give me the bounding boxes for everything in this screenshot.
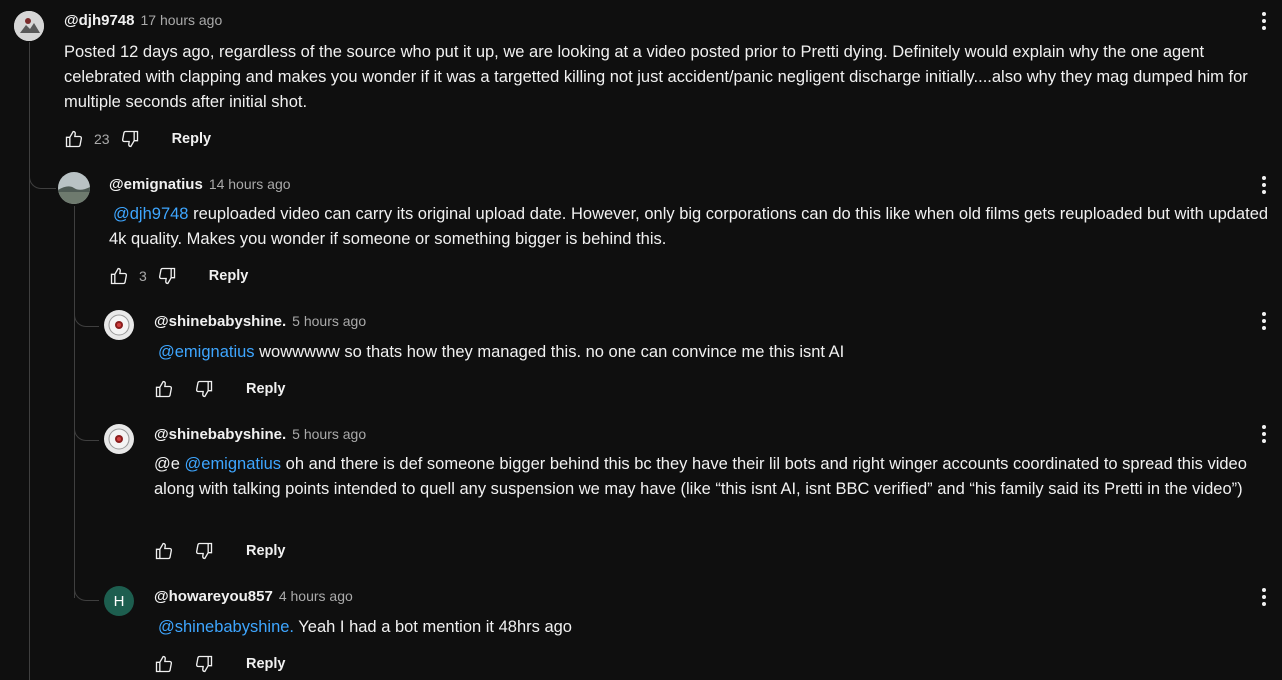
- thread-connector: [74, 572, 99, 601]
- comment-actions: Reply: [152, 649, 286, 679]
- mention-link[interactable]: @djh9748: [113, 205, 188, 223]
- comment-author[interactable]: @djh9748 17 hours ago: [64, 12, 222, 29]
- comment-text: @e @emignatius oh and there is def someo…: [154, 452, 1269, 502]
- comment-text-content: wowwwww so thats how they managed this. …: [254, 343, 845, 361]
- thumbs-up-icon[interactable]: [107, 264, 131, 288]
- thumbs-down-icon[interactable]: [192, 377, 216, 401]
- reply-button[interactable]: Reply: [172, 131, 212, 147]
- author-name[interactable]: @howareyou857: [154, 588, 273, 605]
- comment-actions: 23 Reply: [62, 124, 211, 154]
- comment-text: @emignatius wowwwww so thats how they ma…: [154, 340, 1264, 365]
- comment-text-content: oh and there is def someone bigger behin…: [154, 455, 1247, 498]
- mention-link[interactable]: @shinebabyshine.: [158, 618, 294, 636]
- more-vert-icon[interactable]: [1256, 421, 1272, 447]
- like-count: 23: [94, 131, 110, 147]
- thumbs-down-icon[interactable]: [118, 127, 142, 151]
- thread-connector: [74, 412, 99, 441]
- thread-connector: [74, 298, 99, 327]
- thread-line-sub: [74, 206, 75, 598]
- thumbs-up-icon[interactable]: [152, 377, 176, 401]
- more-vert-icon[interactable]: [1256, 584, 1272, 610]
- avatar[interactable]: [58, 172, 90, 204]
- comment-actions: 3 Reply: [107, 261, 248, 291]
- comment-text: @djh9748 reuploaded video can carry its …: [109, 202, 1274, 252]
- author-name[interactable]: @shinebabyshine.: [154, 313, 286, 330]
- comment-time[interactable]: 17 hours ago: [141, 12, 223, 28]
- avatar-image: [58, 172, 90, 204]
- thumbs-up-icon[interactable]: [152, 652, 176, 676]
- comment-actions: Reply: [152, 374, 286, 404]
- avatar-image: [104, 310, 134, 340]
- thumbs-up-icon[interactable]: [152, 539, 176, 563]
- more-vert-icon[interactable]: [1256, 172, 1272, 198]
- avatar[interactable]: [104, 424, 134, 454]
- avatar-image: [14, 11, 44, 41]
- author-name[interactable]: @shinebabyshine.: [154, 426, 286, 443]
- comment-text-content: Yeah I had a bot mention it 48hrs ago: [294, 618, 572, 636]
- reply-button[interactable]: Reply: [209, 268, 249, 284]
- like-count: 3: [139, 268, 147, 284]
- avatar-image: [104, 424, 134, 454]
- more-vert-icon[interactable]: [1256, 8, 1272, 34]
- comment-text: Posted 12 days ago, regardless of the so…: [64, 43, 1248, 111]
- thread-line-main: [29, 42, 30, 680]
- author-name[interactable]: @djh9748: [64, 12, 135, 29]
- comment-author[interactable]: @shinebabyshine. 5 hours ago: [154, 426, 366, 443]
- thumbs-down-icon[interactable]: [192, 652, 216, 676]
- comment-time[interactable]: 14 hours ago: [209, 176, 291, 192]
- thumbs-down-icon[interactable]: [192, 539, 216, 563]
- comment-author[interactable]: @howareyou857 4 hours ago: [154, 588, 353, 605]
- comment-text: @shinebabyshine. Yeah I had a bot mentio…: [154, 615, 1264, 640]
- comment-time[interactable]: 5 hours ago: [292, 313, 366, 329]
- reply-button[interactable]: Reply: [246, 381, 286, 397]
- reply-button[interactable]: Reply: [246, 656, 286, 672]
- mention-link[interactable]: @emignatius: [185, 455, 282, 473]
- thread-connector: [29, 160, 56, 189]
- comment-time[interactable]: 5 hours ago: [292, 426, 366, 442]
- comment-author[interactable]: @shinebabyshine. 5 hours ago: [154, 313, 366, 330]
- comment-prefix: @e: [154, 455, 185, 473]
- avatar[interactable]: [14, 11, 44, 41]
- thumbs-down-icon[interactable]: [155, 264, 179, 288]
- comment-time[interactable]: 4 hours ago: [279, 588, 353, 604]
- comment-actions: Reply: [152, 536, 286, 566]
- avatar-letter: H: [113, 592, 125, 610]
- mention-link[interactable]: @emignatius: [158, 343, 255, 361]
- avatar[interactable]: [104, 310, 134, 340]
- more-vert-icon[interactable]: [1256, 308, 1272, 334]
- author-name[interactable]: @emignatius: [109, 176, 203, 193]
- thumbs-up-icon[interactable]: [62, 127, 86, 151]
- avatar[interactable]: H: [104, 586, 134, 616]
- comment-author[interactable]: @emignatius 14 hours ago: [109, 176, 291, 193]
- comment-text-content: reuploaded video can carry its original …: [109, 205, 1269, 248]
- reply-button[interactable]: Reply: [246, 543, 286, 559]
